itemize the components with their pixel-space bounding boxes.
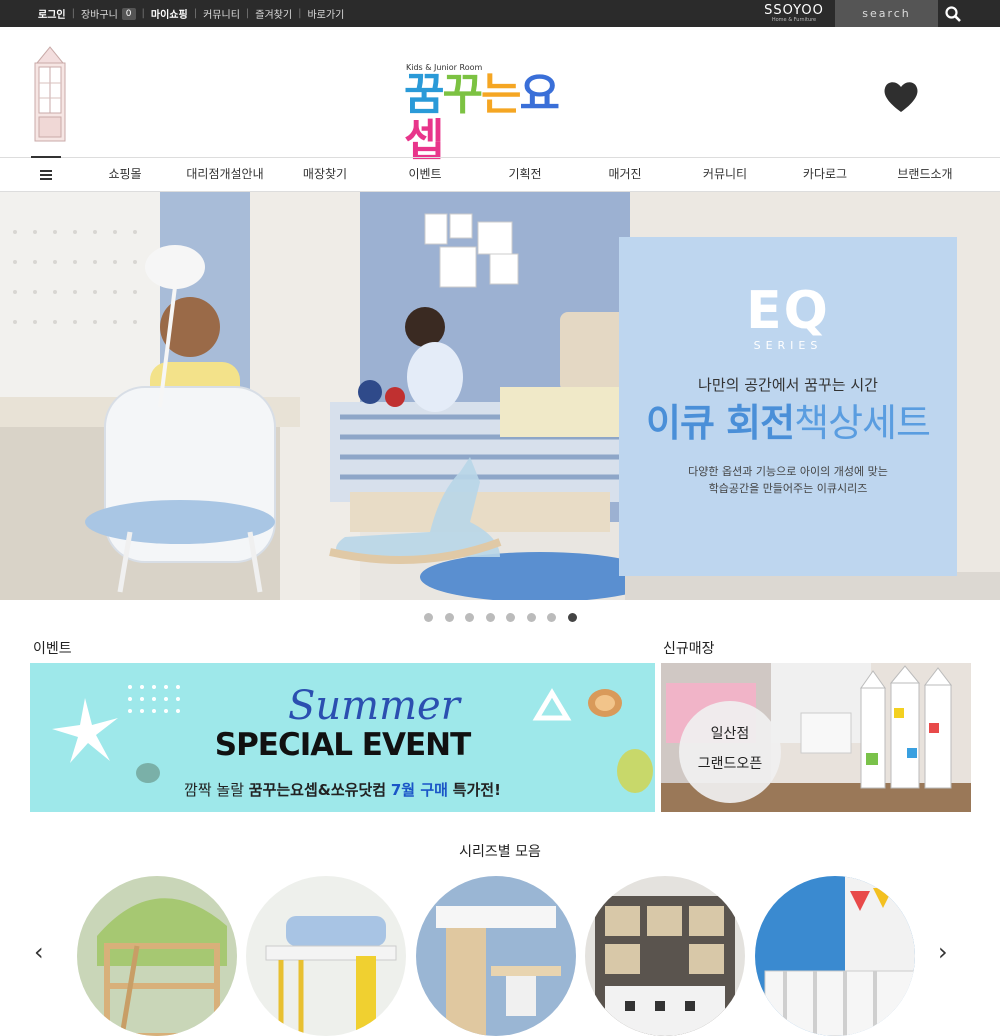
slider-dot[interactable]	[424, 613, 433, 622]
nav-item-community[interactable]: 커뮤니티	[675, 158, 775, 191]
slider-dot[interactable]	[547, 613, 556, 622]
event-section-title: 이벤트	[33, 641, 72, 657]
eq-desc-line: 다양한 옵션과 기능으로 아이의 개성에 맞는	[688, 465, 888, 478]
logo-char: 요	[519, 69, 560, 120]
nav-item-shop[interactable]: 쇼핑몰	[75, 158, 175, 191]
series-item[interactable]	[755, 876, 915, 1036]
event-script-title: Summer	[288, 683, 460, 729]
eq-series-label: SERIES	[753, 339, 823, 352]
event-sub-highlight: 7월 구매	[390, 781, 448, 799]
series-image-kids-bed	[755, 876, 915, 1036]
shortcut-link[interactable]: 바로가기	[307, 6, 344, 21]
site-logo[interactable]: Kids & Junior Room 꿈꾸는요셉	[404, 63, 574, 164]
carousel-next-button[interactable]: ›	[938, 938, 948, 966]
divider: |	[71, 8, 75, 19]
logo-char: 는	[480, 69, 522, 120]
my-shopping-link[interactable]: 마이쇼핑	[151, 6, 188, 21]
site-header: Kids & Junior Room 꿈꾸는요셉	[0, 27, 1000, 164]
eq-promo-panel[interactable]: EQ SERIES 나만의 공간에서 꿈꾸는 시간 이큐 회전책상세트 다양한 …	[619, 237, 957, 576]
nav-item-promotion[interactable]: 기획전	[475, 158, 575, 191]
menu-button[interactable]	[31, 156, 61, 191]
slider-dot[interactable]	[526, 613, 536, 622]
carousel-prev-button[interactable]: ‹	[34, 938, 44, 966]
eq-desc-line: 학습공간을 만들어주는 이큐시리즈	[708, 482, 868, 495]
series-item[interactable]	[585, 876, 745, 1036]
event-title: SPECIAL EVENT	[214, 727, 471, 763]
hero-banner[interactable]: EQ SERIES 나만의 공간에서 꿈꾸는 시간 이큐 회전책상세트 다양한 …	[0, 192, 1000, 600]
cart-link[interactable]: 장바구니	[81, 6, 118, 21]
series-image-slide-bed	[246, 876, 406, 1036]
eq-description: 다양한 옵션과 기능으로 아이의 개성에 맞는 학습공간을 만들어주는 이큐시리…	[619, 463, 957, 497]
divider: |	[193, 8, 198, 19]
series-image-bunk-tent	[77, 876, 237, 1036]
divider: |	[141, 8, 145, 19]
top-links: 로그인 | 장바구니 0 | 마이쇼핑 | 커뮤니티 | 즐겨찾기 | 바로가기	[38, 6, 344, 21]
divider: |	[245, 8, 250, 19]
series-item[interactable]	[77, 876, 237, 1036]
new-store-banner[interactable]: 일산점 그랜드오픈	[661, 663, 971, 812]
series-item[interactable]	[246, 876, 406, 1036]
series-image-shelf-room	[585, 876, 745, 1036]
heart-icon[interactable]	[883, 80, 919, 114]
eq-logo: EQ	[746, 281, 830, 341]
event-subtitle: 깜짝 놀랄 꿈꾸는요셉&쏘유닷컴 7월 구매 특가전!	[30, 779, 655, 800]
series-image-loft-desk	[416, 876, 576, 1036]
slider-dot-active[interactable]	[567, 613, 577, 622]
eq-title-light: 책상세트	[794, 401, 931, 445]
store-name: 일산점	[710, 726, 750, 742]
search-button[interactable]	[938, 0, 968, 27]
cabinet-product-image[interactable]	[33, 45, 67, 142]
nav-item-dealer[interactable]: 대리점개설안내	[175, 158, 275, 191]
bookmark-link[interactable]: 즐겨찾기	[255, 6, 292, 21]
ssoyoo-sub: Home & Furniture	[771, 17, 817, 23]
event-sub-brand: 꿈꾸는요셉&쏘유닷컴	[248, 781, 387, 799]
top-bar: 로그인 | 장바구니 0 | 마이쇼핑 | 커뮤니티 | 즐겨찾기 | 바로가기…	[0, 0, 1000, 27]
nav-item-magazine[interactable]: 매거진	[575, 158, 675, 191]
event-sub-pre: 깜짝 놀랄	[184, 781, 244, 799]
nav-item-event[interactable]: 이벤트	[375, 158, 475, 191]
eq-tagline: 나만의 공간에서 꿈꾸는 시간	[698, 376, 878, 394]
main-nav: 쇼핑몰 대리점개설안내 매장찾기 이벤트 기획전 매거진 커뮤니티 카다로그 브…	[0, 156, 1000, 192]
store-open-label: 그랜드오픈	[697, 756, 763, 772]
slider-dot[interactable]	[444, 613, 454, 622]
logo-char: 꿈	[404, 69, 445, 120]
slider-dot[interactable]	[485, 613, 495, 622]
login-link[interactable]: 로그인	[38, 6, 66, 21]
logo-char: 꾸	[442, 69, 483, 120]
hamburger-icon	[40, 169, 52, 180]
divider: |	[298, 8, 302, 19]
nav-item-catalog[interactable]: 카다로그	[775, 158, 875, 191]
store-open-badge: 일산점 그랜드오픈	[679, 701, 781, 803]
slider-dot[interactable]	[506, 613, 515, 622]
logo-title: 꿈꾸는요셉	[404, 72, 574, 164]
eq-title-strong: 이큐 회전	[646, 401, 795, 445]
cart-count-badge: 0	[121, 7, 136, 20]
new-store-section-title: 신규매장	[663, 641, 715, 657]
nav-item-store-finder[interactable]: 매장찾기	[275, 158, 375, 191]
search-input[interactable]	[835, 0, 938, 27]
nav-item-brand[interactable]: 브랜드소개	[875, 158, 975, 191]
slider-dot[interactable]	[465, 613, 474, 622]
summer-event-banner[interactable]: Summer SPECIAL EVENT 깜짝 놀랄 꿈꾸는요셉&쏘유닷컴 7월…	[30, 663, 655, 812]
community-link[interactable]: 커뮤니티	[203, 6, 240, 21]
eq-title: 이큐 회전책상세트	[619, 401, 957, 445]
slider-dots	[424, 613, 588, 622]
event-sub-post: 특가전!	[452, 781, 501, 799]
ssoyoo-brand: SSOYOO	[764, 3, 824, 18]
ssoyoo-logo[interactable]: SSOYOO Home & Furniture	[763, 3, 825, 23]
series-section-title: 시리즈별 모음	[459, 844, 541, 860]
series-item[interactable]	[416, 876, 576, 1036]
nav-items: 쇼핑몰 대리점개설안내 매장찾기 이벤트 기획전 매거진 커뮤니티 카다로그 브…	[75, 158, 1000, 191]
search-icon	[945, 5, 961, 22]
